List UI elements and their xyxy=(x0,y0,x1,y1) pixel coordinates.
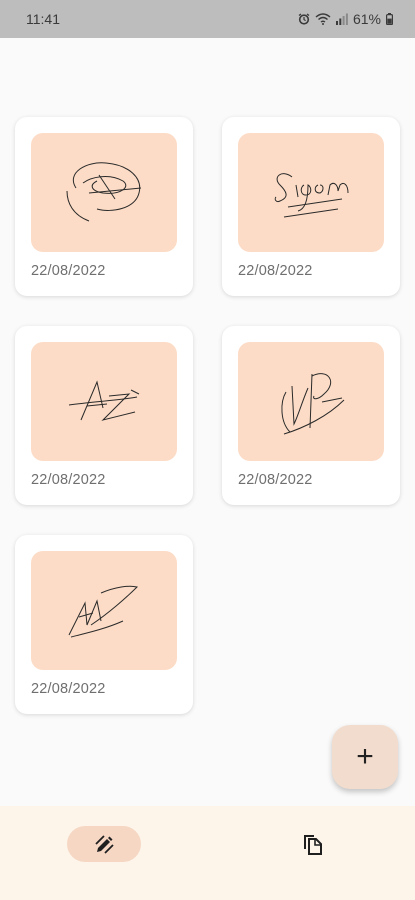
signature-date: 22/08/2022 xyxy=(31,263,106,279)
nav-signatures-tab[interactable] xyxy=(67,826,141,862)
nav-documents-tab[interactable] xyxy=(275,826,349,862)
signature-card[interactable]: 22/08/2022 xyxy=(15,535,193,714)
signature-date: 22/08/2022 xyxy=(31,472,106,488)
signature-thumbnail xyxy=(31,342,177,461)
wifi-icon xyxy=(315,13,331,25)
signature-drawing xyxy=(66,162,142,222)
battery-icon xyxy=(386,13,393,25)
status-icons: 61% xyxy=(298,11,393,27)
draw-pen-icon xyxy=(95,835,114,854)
signature-card[interactable]: 22/08/2022 xyxy=(222,117,400,296)
signature-date: 22/08/2022 xyxy=(238,472,313,488)
signature-grid: 22/08/2022 22/08/2022 22/08/2022 22/08/2… xyxy=(15,117,400,714)
copy-documents-icon xyxy=(304,835,322,855)
add-signature-button[interactable]: + xyxy=(332,725,398,789)
signature-thumbnail xyxy=(31,133,177,252)
battery-percent: 61% xyxy=(352,11,381,27)
status-bar: 11:41 61% xyxy=(0,0,415,38)
plus-icon: + xyxy=(356,740,374,773)
signature-thumbnail xyxy=(31,551,177,670)
bottom-navigation xyxy=(0,806,415,900)
signature-drawing xyxy=(274,173,349,218)
status-time: 11:41 xyxy=(26,11,60,27)
signature-card[interactable]: 22/08/2022 xyxy=(15,117,193,296)
signature-drawing xyxy=(281,373,345,435)
signature-card[interactable]: 22/08/2022 xyxy=(15,326,193,505)
signature-drawing xyxy=(68,585,138,638)
signature-thumbnail xyxy=(238,342,384,461)
signature-date: 22/08/2022 xyxy=(238,263,313,279)
signal-icon xyxy=(335,13,348,25)
signature-card[interactable]: 22/08/2022 xyxy=(222,326,400,505)
signature-drawing xyxy=(68,380,140,421)
signature-date: 22/08/2022 xyxy=(31,681,106,697)
signature-thumbnail xyxy=(238,133,384,252)
alarm-icon xyxy=(298,13,310,25)
